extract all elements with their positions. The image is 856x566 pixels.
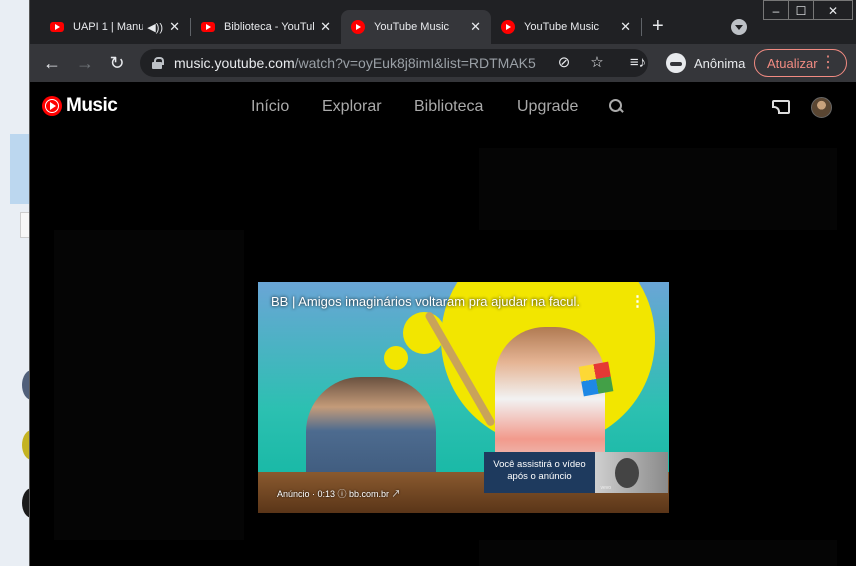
logo-text: Music: [66, 95, 118, 116]
url-path: /watch?v=oyEuk8j8imI&list=RDTMAK5: [294, 55, 536, 71]
browser-window: UAPI 1 | Manual ◀)) ✕ Biblioteca - YouTu…: [29, 0, 856, 566]
tracking-eye-off-icon[interactable]: ⊘: [554, 53, 574, 73]
tab-strip: UAPI 1 | Manual ◀)) ✕ Biblioteca - YouTu…: [30, 0, 856, 44]
cast-icon[interactable]: [772, 100, 790, 114]
minimize-button[interactable]: ‒: [763, 0, 789, 20]
back-arrow-icon[interactable]: ←: [41, 52, 63, 74]
vevo-badge: vevo: [600, 485, 611, 491]
tab-uapi[interactable]: UAPI 1 | Manual ◀)) ✕: [40, 10, 190, 44]
more-vert-icon[interactable]: ⋮: [820, 52, 836, 72]
incognito-icon: [666, 53, 686, 73]
video-player[interactable]: BB | Amigos imaginários voltaram pra aju…: [258, 282, 669, 513]
address-bar[interactable]: music.youtube.com/watch?v=oyEuk8j8imI&li…: [140, 49, 648, 77]
lock-icon[interactable]: [152, 57, 164, 69]
bottom-panel: [479, 540, 837, 566]
next-video-preview[interactable]: Você assistirá o vídeo após o anúncio ve…: [484, 452, 668, 493]
incognito-label: Anônima: [694, 55, 746, 71]
tab-separator: [641, 18, 642, 36]
tab-title: UAPI 1 | Manual: [73, 21, 144, 33]
update-label: Atualizar: [767, 55, 818, 71]
reload-icon[interactable]: ↻: [106, 52, 128, 74]
close-tab-icon[interactable]: ✕: [620, 19, 631, 35]
youtube-music-icon: [42, 96, 62, 116]
tab-title: YouTube Music: [524, 21, 600, 33]
nav-biblioteca[interactable]: Biblioteca: [414, 98, 483, 116]
forward-arrow-icon[interactable]: →: [74, 52, 96, 74]
tab-title: Biblioteca - YouTube Music: [224, 21, 314, 33]
url-host: music.youtube.com: [174, 55, 295, 71]
tab-title: YouTube Music: [374, 21, 450, 33]
background-window: [0, 0, 42, 566]
close-window-button[interactable]: ✕: [813, 0, 853, 20]
nav-inicio[interactable]: Início: [251, 98, 289, 116]
video-bubble: [384, 346, 408, 370]
youtube-icon: [201, 22, 215, 32]
ad-info[interactable]: Anúncio · 0:13 ⓘ bb.com.br ↗: [277, 487, 401, 500]
incognito-badge[interactable]: Anônima: [658, 49, 753, 77]
speaker-icon[interactable]: ◀)): [147, 21, 163, 34]
browser-toolbar: ← → ↻ music.youtube.com/watch?v=oyEuk8j8…: [30, 44, 856, 82]
video-rubiks-cube: [578, 361, 614, 397]
bookmark-star-icon[interactable]: ☆: [587, 53, 607, 73]
close-tab-icon[interactable]: ✕: [470, 19, 481, 35]
media-control-icon[interactable]: ≡♪: [628, 53, 648, 73]
nav-upgrade[interactable]: Upgrade: [517, 98, 578, 116]
top-panel: [479, 148, 837, 230]
tab-biblioteca[interactable]: Biblioteca - YouTube Music ✕: [191, 10, 341, 44]
youtube-icon: [50, 22, 64, 32]
avatar[interactable]: [811, 97, 832, 118]
youtube-music-icon: [501, 20, 515, 34]
close-tab-icon[interactable]: ✕: [320, 19, 331, 35]
ytm-logo[interactable]: Music: [42, 95, 118, 117]
video-menu-icon[interactable]: ⋮: [630, 292, 645, 310]
url-text[interactable]: music.youtube.com/watch?v=oyEuk8j8imI&li…: [174, 55, 548, 71]
tab-youtube-music-active[interactable]: YouTube Music ✕: [341, 10, 491, 44]
nav-explorar[interactable]: Explorar: [322, 98, 382, 116]
update-button[interactable]: Atualizar ⋮: [754, 49, 847, 77]
tab-search-icon[interactable]: [731, 19, 747, 35]
video-title[interactable]: BB | Amigos imaginários voltaram pra aju…: [271, 294, 580, 309]
new-tab-button[interactable]: +: [652, 14, 664, 38]
ytm-header: Music Início Explorar Biblioteca Upgrade: [30, 82, 856, 132]
tab-youtube-music[interactable]: YouTube Music ✕: [491, 10, 641, 44]
maximize-button[interactable]: ☐: [788, 0, 814, 20]
side-panel: [54, 230, 244, 540]
preview-text: Você assistirá o vídeo após o anúncio: [484, 452, 595, 493]
close-tab-icon[interactable]: ✕: [169, 19, 180, 35]
youtube-music-icon: [351, 20, 365, 34]
search-icon[interactable]: [609, 99, 623, 113]
